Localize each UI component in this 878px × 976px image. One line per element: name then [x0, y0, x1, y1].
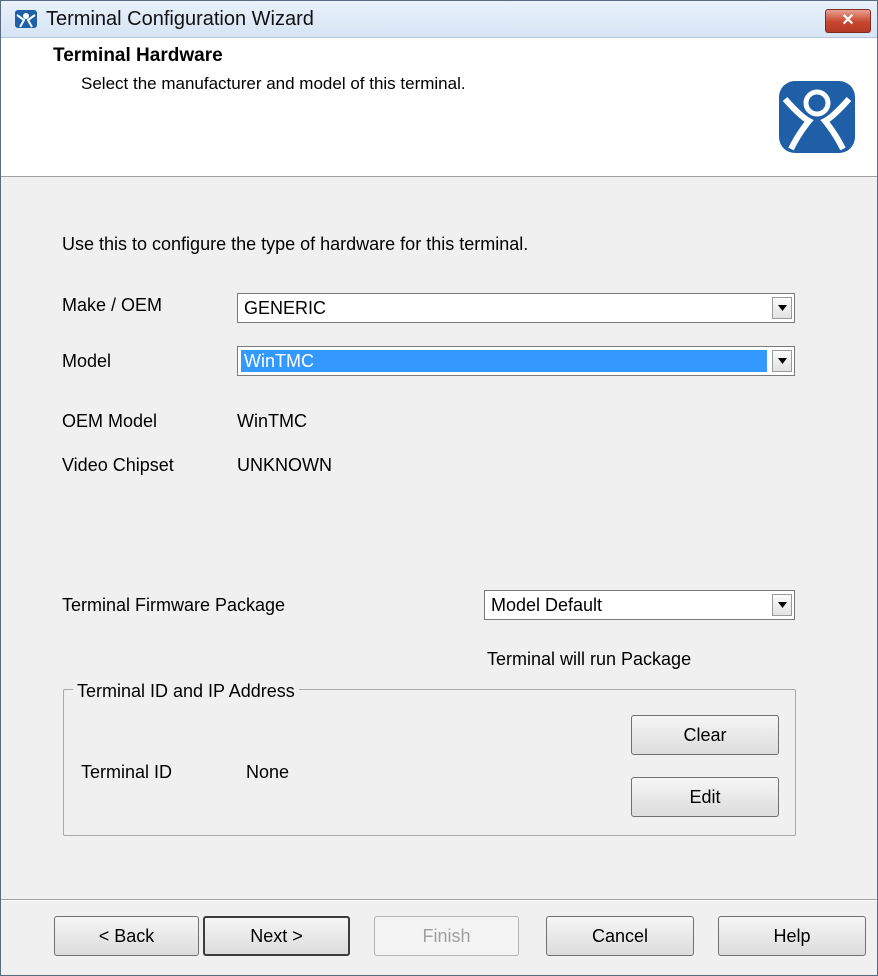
footer-separator [1, 899, 877, 901]
model-selection-highlight: WinTMC [241, 350, 767, 372]
model-combobox[interactable]: WinTMC [237, 346, 795, 376]
make-label: Make / OEM [62, 295, 163, 315]
oem-model-value: WinTMC [237, 411, 307, 431]
back-button[interactable]: < Back [54, 916, 199, 956]
model-label: Model [62, 351, 112, 371]
thinmanager-app-icon [15, 10, 37, 28]
chevron-down-icon[interactable] [772, 297, 792, 319]
firmware-combobox[interactable]: Model Default [484, 590, 795, 620]
close-button[interactable]: ✕ [825, 9, 871, 33]
wizard-window: Terminal Configuration Wizard ✕ Terminal… [0, 0, 878, 976]
cancel-button[interactable]: Cancel [546, 916, 694, 956]
make-value: GENERIC [244, 298, 327, 318]
thinmanager-logo-icon [779, 81, 855, 153]
video-chipset-value: UNKNOWN [237, 455, 332, 475]
chevron-down-icon[interactable] [772, 594, 792, 616]
chevron-down-icon[interactable] [772, 350, 792, 372]
make-combobox[interactable]: GENERIC [237, 293, 795, 323]
window-title: Terminal Configuration Wizard [46, 8, 314, 30]
oem-model-label: OEM Model [62, 411, 158, 431]
finish-button: Finish [374, 916, 519, 956]
next-button[interactable]: Next > [203, 916, 350, 956]
page-title: Terminal Hardware [53, 45, 223, 66]
intro-text: Use this to configure the type of hardwa… [62, 234, 529, 254]
page-subtitle: Select the manufacturer and model of thi… [81, 74, 466, 93]
groupbox-legend: Terminal ID and IP Address [73, 681, 299, 702]
edit-button[interactable]: Edit [631, 777, 779, 817]
title-bar: Terminal Configuration Wizard ✕ [1, 1, 877, 38]
firmware-note: Terminal will run Package [487, 649, 692, 669]
model-value: WinTMC [244, 351, 314, 371]
clear-button[interactable]: Clear [631, 715, 779, 755]
terminal-id-value: None [246, 762, 290, 782]
firmware-label: Terminal Firmware Package [62, 595, 286, 615]
close-icon: ✕ [841, 12, 855, 29]
firmware-value: Model Default [491, 595, 603, 615]
help-button[interactable]: Help [718, 916, 866, 956]
video-chipset-label: Video Chipset [62, 455, 174, 475]
terminal-id-label: Terminal ID [81, 762, 173, 782]
